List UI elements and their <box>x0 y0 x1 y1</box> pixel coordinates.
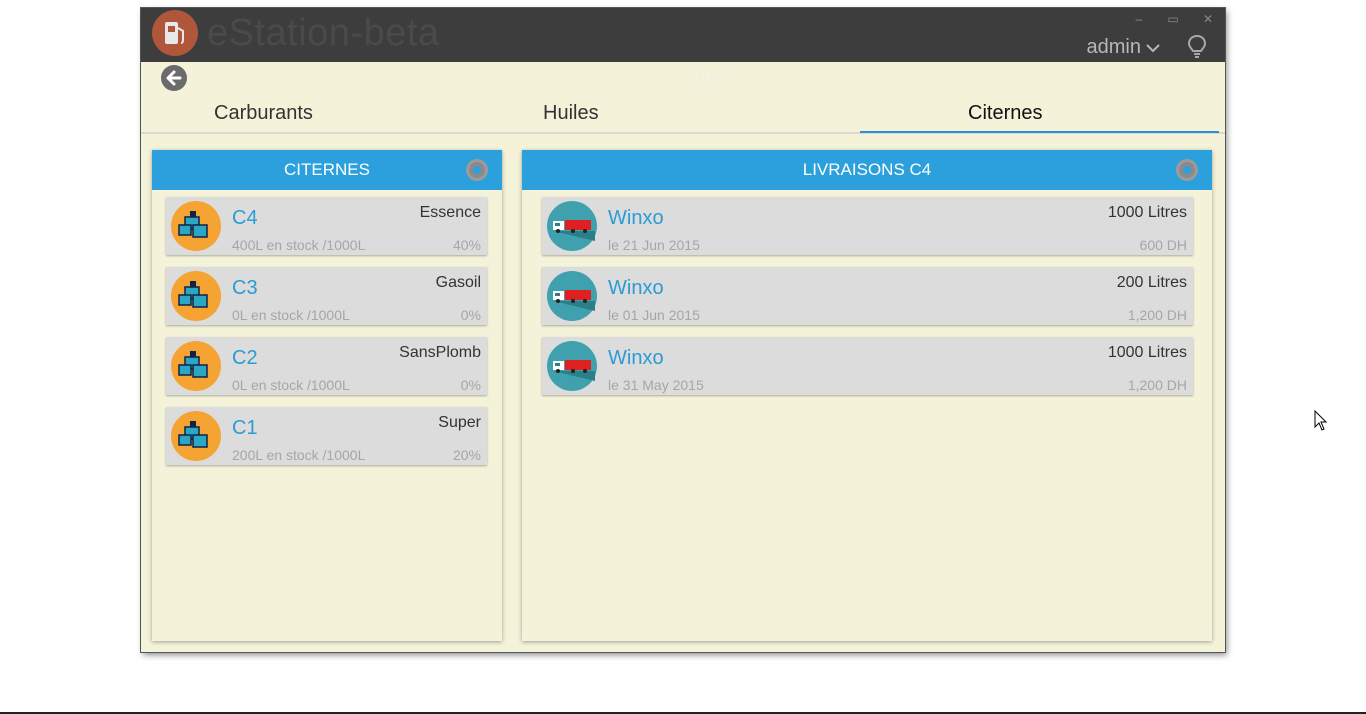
tank-icon <box>171 271 221 321</box>
tank-icon <box>171 411 221 461</box>
delivery-price: 1,200 DH <box>1127 377 1187 393</box>
tank-card-c1[interactable]: C1 Super 200L en stock /1000L 20% <box>166 407 487 465</box>
tank-name: C4 <box>232 207 258 229</box>
fuel-type: Gasoil <box>435 274 481 291</box>
stock-percent: 40% <box>452 237 481 253</box>
stock-text: 200L en stock /1000L <box>232 447 366 463</box>
app-window: eStation-beta ‒ ▭ ✕ admin Stock Carburan… <box>141 8 1225 652</box>
tank-icon <box>171 201 221 251</box>
close-button[interactable]: ✕ <box>1198 12 1218 26</box>
stock-percent: 0% <box>460 307 481 323</box>
supplier-name: Winxo <box>608 347 664 369</box>
tank-name: C2 <box>232 347 258 369</box>
stock-percent: 20% <box>452 447 481 463</box>
mouse-cursor-icon <box>1314 410 1328 431</box>
panel-title: CITERNES <box>284 160 370 179</box>
delivery-quantity: 1000 Litres <box>1107 204 1187 221</box>
panel-title: LIVRAISONS C4 <box>802 160 932 179</box>
supplier-name: Winxo <box>608 207 664 229</box>
lightbulb-icon[interactable] <box>1187 34 1207 65</box>
delivery-quantity: 1000 Litres <box>1107 344 1187 361</box>
fuel-type: SansPlomb <box>399 344 481 361</box>
fuel-type: Essence <box>419 204 481 221</box>
user-name: admin <box>1086 36 1141 58</box>
livraisons-panel: LIVRAISONS C4 Winxo 1000 Litres le 21 Ju… <box>522 150 1212 641</box>
tab-carburants[interactable]: Carburants <box>214 102 313 125</box>
tab-bar: Carburants Huiles Citernes <box>141 96 1225 134</box>
supplier-name: Winxo <box>608 277 664 299</box>
stock-text: 0L en stock /1000L <box>232 377 350 393</box>
fuel-type: Super <box>438 414 481 431</box>
tank-card-c2[interactable]: C2 SansPlomb 0L en stock /1000L 0% <box>166 337 487 395</box>
tank-name: C3 <box>232 277 258 299</box>
tank-name: C1 <box>232 417 258 439</box>
truck-icon <box>547 341 597 391</box>
gear-icon[interactable] <box>1176 159 1198 181</box>
delivery-card[interactable]: Winxo 200 Litres le 01 Jun 2015 1,200 DH <box>542 267 1193 325</box>
minimize-button[interactable]: ‒ <box>1129 12 1149 26</box>
app-title: eStation-beta <box>207 12 440 54</box>
chevron-down-icon <box>1146 43 1160 52</box>
tank-card-c3[interactable]: C3 Gasoil 0L en stock /1000L 0% <box>166 267 487 325</box>
livraisons-panel-header: LIVRAISONS C4 <box>522 150 1212 190</box>
tank-icon <box>171 341 221 391</box>
title-bar[interactable]: eStation-beta ‒ ▭ ✕ admin <box>141 8 1225 62</box>
back-arrow-icon <box>166 70 182 86</box>
delivery-card[interactable]: Winxo 1000 Litres le 31 May 2015 1,200 D… <box>542 337 1193 395</box>
delivery-date: le 01 Jun 2015 <box>608 307 700 323</box>
tab-huiles[interactable]: Huiles <box>543 102 599 125</box>
gear-icon[interactable] <box>466 159 488 181</box>
delivery-quantity: 200 Litres <box>1116 274 1187 291</box>
delivery-price: 1,200 DH <box>1127 307 1187 323</box>
tab-citernes[interactable]: Citernes <box>968 102 1042 125</box>
delivery-card[interactable]: Winxo 1000 Litres le 21 Jun 2015 600 DH <box>542 197 1193 255</box>
delivery-date: le 21 Jun 2015 <box>608 237 700 253</box>
delivery-date: le 31 May 2015 <box>608 377 704 393</box>
stock-percent: 0% <box>460 377 481 393</box>
tank-card-c4[interactable]: C4 Essence 400L en stock /1000L 40% <box>166 197 487 255</box>
truck-icon <box>547 201 597 251</box>
citernes-panel-header: CITERNES <box>152 150 502 190</box>
citernes-panel: CITERNES C4 Essence 400L en stock /1000L… <box>152 150 502 641</box>
stock-text: 0L en stock /1000L <box>232 307 350 323</box>
maximize-button[interactable]: ▭ <box>1163 12 1183 26</box>
truck-icon <box>547 271 597 321</box>
user-menu[interactable]: admin <box>1087 36 1161 59</box>
active-tab-indicator <box>860 131 1219 133</box>
back-button[interactable] <box>161 65 187 91</box>
page-title: Stock <box>686 66 732 86</box>
delivery-price: 600 DH <box>1139 237 1187 253</box>
stock-text: 400L en stock /1000L <box>232 237 366 253</box>
fuel-pump-icon <box>152 10 198 56</box>
